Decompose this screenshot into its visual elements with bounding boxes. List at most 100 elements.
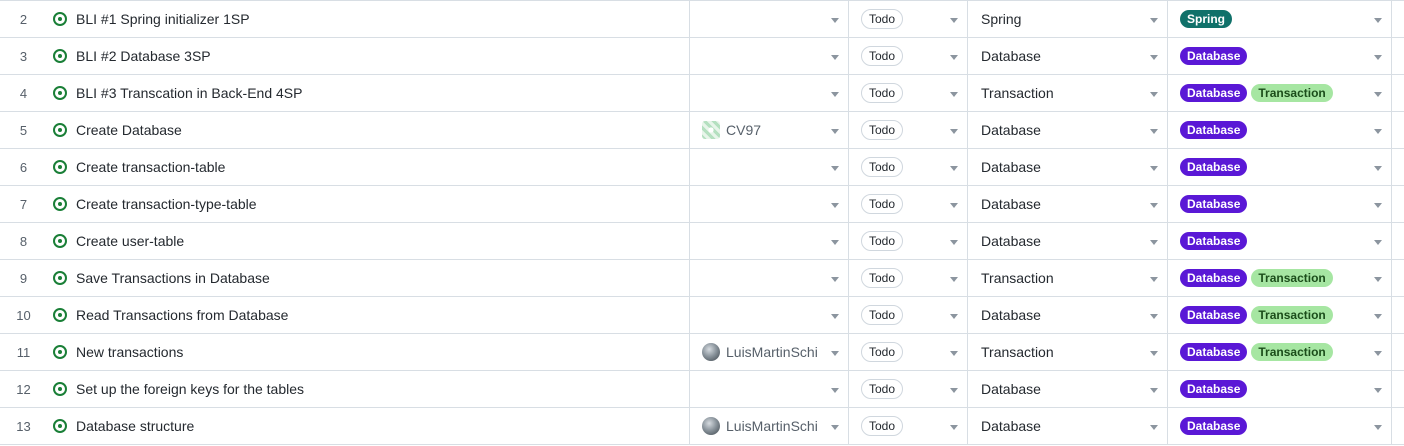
label-badge[interactable]: Database (1180, 195, 1248, 213)
status-cell[interactable]: Todo (849, 1, 968, 37)
next-column-cell[interactable] (1392, 112, 1404, 148)
chevron-down-icon[interactable] (1150, 18, 1158, 23)
status-cell[interactable]: Todo (849, 112, 968, 148)
next-column-cell[interactable] (1392, 149, 1404, 185)
chevron-down-icon[interactable] (831, 351, 839, 356)
chevron-down-icon[interactable] (1150, 388, 1158, 393)
chevron-down-icon[interactable] (1374, 277, 1382, 282)
label-badge[interactable]: Spring (1180, 10, 1232, 28)
chevron-down-icon[interactable] (1150, 129, 1158, 134)
next-column-cell[interactable] (1392, 371, 1404, 407)
assignee-cell[interactable] (690, 297, 849, 333)
issue-title[interactable]: BLI #2 Database 3SP (76, 48, 211, 64)
chevron-down-icon[interactable] (831, 277, 839, 282)
chevron-down-icon[interactable] (1374, 351, 1382, 356)
assignee-cell[interactable] (690, 223, 849, 259)
chevron-down-icon[interactable] (950, 203, 958, 208)
next-column-cell[interactable] (1392, 186, 1404, 222)
issue-title[interactable]: Create Database (76, 122, 182, 138)
chevron-down-icon[interactable] (1374, 92, 1382, 97)
status-cell[interactable]: Todo (849, 223, 968, 259)
status-cell[interactable]: Todo (849, 75, 968, 111)
category-cell[interactable]: Transaction (968, 334, 1168, 370)
chevron-down-icon[interactable] (950, 18, 958, 23)
issue-title[interactable]: Save Transactions in Database (76, 270, 270, 286)
next-column-cell[interactable] (1392, 260, 1404, 296)
table-row[interactable]: 13 Database structure LuisMartinSchic Todo D… (0, 408, 1404, 445)
title-cell[interactable]: New transactions (47, 334, 690, 370)
chevron-down-icon[interactable] (950, 92, 958, 97)
next-column-cell[interactable] (1392, 223, 1404, 259)
issue-title[interactable]: Database structure (76, 418, 194, 434)
title-cell[interactable]: Read Transactions from Database (47, 297, 690, 333)
status-cell[interactable]: Todo (849, 297, 968, 333)
table-row[interactable]: 10 Read Transactions from Database Todo Dat… (0, 297, 1404, 334)
label-badge[interactable]: Database (1180, 121, 1248, 139)
title-cell[interactable]: Create Database (47, 112, 690, 148)
title-cell[interactable]: Save Transactions in Database (47, 260, 690, 296)
status-cell[interactable]: Todo (849, 408, 968, 444)
issue-title[interactable]: New transactions (76, 344, 183, 360)
labels-cell[interactable]: Database Transaction (1168, 297, 1392, 333)
labels-cell[interactable]: Database (1168, 223, 1392, 259)
chevron-down-icon[interactable] (1374, 166, 1382, 171)
labels-cell[interactable]: Database (1168, 149, 1392, 185)
label-badge[interactable]: Transaction (1251, 269, 1333, 287)
chevron-down-icon[interactable] (950, 240, 958, 245)
chevron-down-icon[interactable] (831, 55, 839, 60)
label-badge[interactable]: Database (1180, 343, 1248, 361)
assignee-cell[interactable] (690, 75, 849, 111)
status-cell[interactable]: Todo (849, 186, 968, 222)
label-badge[interactable]: Database (1180, 269, 1248, 287)
table-row[interactable]: 7 Create transaction-type-table Todo Databa… (0, 186, 1404, 223)
chevron-down-icon[interactable] (950, 388, 958, 393)
category-cell[interactable]: Database (968, 223, 1168, 259)
category-cell[interactable]: Database (968, 297, 1168, 333)
chevron-down-icon[interactable] (1150, 425, 1158, 430)
assignee-cell[interactable] (690, 1, 849, 37)
chevron-down-icon[interactable] (1150, 351, 1158, 356)
category-cell[interactable]: Database (968, 112, 1168, 148)
title-cell[interactable]: Create transaction-table (47, 149, 690, 185)
label-badge[interactable]: Database (1180, 380, 1248, 398)
chevron-down-icon[interactable] (1374, 18, 1382, 23)
next-column-cell[interactable] (1392, 408, 1404, 444)
next-column-cell[interactable] (1392, 38, 1404, 74)
chevron-down-icon[interactable] (950, 166, 958, 171)
assignee-cell[interactable] (690, 260, 849, 296)
issue-title[interactable]: Read Transactions from Database (76, 307, 288, 323)
chevron-down-icon[interactable] (950, 129, 958, 134)
chevron-down-icon[interactable] (1150, 203, 1158, 208)
next-column-cell[interactable] (1392, 1, 1404, 37)
table-row[interactable]: 4 BLI #3 Transcation in Back-End 4SP Todo T… (0, 75, 1404, 112)
label-badge[interactable]: Database (1180, 306, 1248, 324)
chevron-down-icon[interactable] (831, 18, 839, 23)
chevron-down-icon[interactable] (831, 166, 839, 171)
table-row[interactable]: 3 BLI #2 Database 3SP Todo Database Database (0, 38, 1404, 75)
category-cell[interactable]: Database (968, 371, 1168, 407)
label-badge[interactable]: Transaction (1251, 343, 1333, 361)
chevron-down-icon[interactable] (1374, 203, 1382, 208)
status-cell[interactable]: Todo (849, 260, 968, 296)
issue-title[interactable]: Create user-table (76, 233, 184, 249)
labels-cell[interactable]: Database Transaction (1168, 75, 1392, 111)
issue-title[interactable]: Create transaction-type-table (76, 196, 257, 212)
category-cell[interactable]: Database (968, 149, 1168, 185)
table-row[interactable]: 8 Create user-table Todo Database Database (0, 223, 1404, 260)
chevron-down-icon[interactable] (831, 129, 839, 134)
labels-cell[interactable]: Database (1168, 112, 1392, 148)
next-column-cell[interactable] (1392, 75, 1404, 111)
next-column-cell[interactable] (1392, 334, 1404, 370)
chevron-down-icon[interactable] (1150, 55, 1158, 60)
chevron-down-icon[interactable] (950, 351, 958, 356)
chevron-down-icon[interactable] (1150, 92, 1158, 97)
assignee-cell[interactable]: LuisMartinSchic (690, 408, 849, 444)
title-cell[interactable]: BLI #3 Transcation in Back-End 4SP (47, 75, 690, 111)
chevron-down-icon[interactable] (950, 277, 958, 282)
title-cell[interactable]: BLI #1 Spring initializer 1SP (47, 1, 690, 37)
labels-cell[interactable]: Database (1168, 38, 1392, 74)
assignee-cell[interactable] (690, 371, 849, 407)
chevron-down-icon[interactable] (1150, 314, 1158, 319)
issue-title[interactable]: Set up the foreign keys for the tables (76, 381, 304, 397)
chevron-down-icon[interactable] (831, 425, 839, 430)
